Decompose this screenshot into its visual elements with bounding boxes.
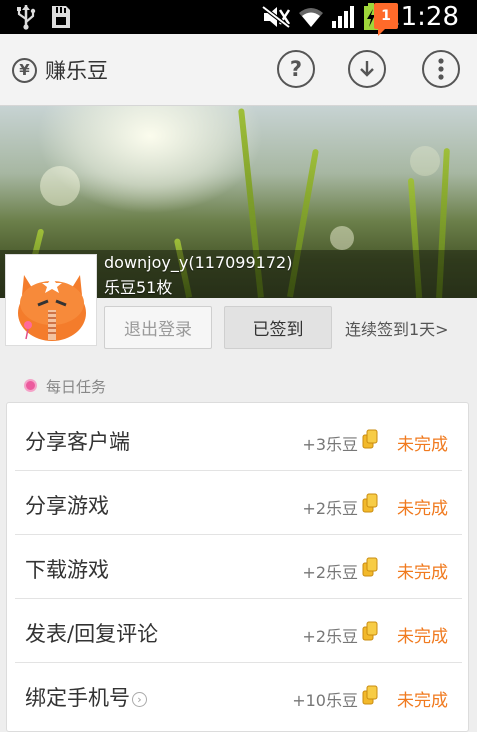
more-button[interactable] <box>422 50 460 88</box>
task-status: 未完成 <box>397 435 448 455</box>
task-reward: +3乐豆 <box>302 435 358 454</box>
download-count-badge: 1 <box>374 3 398 36</box>
sd-card-icon <box>52 6 70 28</box>
yen-icon: ¥ <box>12 57 37 83</box>
mute-icon <box>261 5 291 29</box>
task-reward: +2乐豆 <box>302 499 358 518</box>
download-icon <box>360 61 374 77</box>
wifi-icon <box>299 8 323 27</box>
task-name: 分享游戏 <box>25 494 109 518</box>
task-name: 发表/回复评论 <box>25 622 159 646</box>
action-bar: ¥ 赚乐豆 ? <box>0 34 477 106</box>
task-reward: +10乐豆 <box>292 691 358 710</box>
task-row[interactable]: 下载游戏 +2乐豆 未完成 <box>15 535 462 599</box>
chevron-right-icon: › <box>132 691 147 707</box>
coin-stack-icon <box>362 429 378 449</box>
coin-stack-icon <box>362 621 378 641</box>
task-status: 未完成 <box>397 691 448 711</box>
task-reward: +2乐豆 <box>302 563 358 582</box>
coin-stack-icon <box>362 685 378 705</box>
task-row[interactable]: 发表/回复评论 +2乐豆 未完成 <box>15 599 462 663</box>
signal-icon <box>332 6 354 28</box>
task-status: 未完成 <box>397 499 448 519</box>
task-status: 未完成 <box>397 563 448 583</box>
task-row[interactable]: 绑定手机号 › +10乐豆 未完成 <box>15 663 462 727</box>
task-list: 分享客户端 +3乐豆 未完成 分享游戏 +2乐豆 未完成 下载游戏 +2乐豆 未… <box>6 402 469 732</box>
orange-cat-avatar-icon <box>18 275 86 341</box>
task-name-group: 绑定手机号 › <box>25 682 147 712</box>
task-name: 绑定手机号 <box>25 686 130 710</box>
status-bar: 11:28 <box>0 0 477 34</box>
help-icon: ? <box>289 57 303 81</box>
avatar[interactable] <box>5 254 97 346</box>
page-title-group: ¥ 赚乐豆 <box>12 34 108 106</box>
checkin-streak-link[interactable]: 连续签到1天> <box>345 316 449 340</box>
task-reward: +2乐豆 <box>302 627 358 646</box>
page-title: 赚乐豆 <box>45 59 108 83</box>
download-button[interactable] <box>348 50 386 88</box>
bean-balance: 乐豆51枚 <box>104 278 173 297</box>
task-row[interactable]: 分享客户端 +3乐豆 未完成 <box>15 407 462 471</box>
coin-stack-icon <box>362 557 378 577</box>
signed-in-button[interactable]: 已签到 <box>224 306 332 349</box>
coin-stack-icon <box>362 493 378 513</box>
task-name: 分享客户端 <box>25 430 130 454</box>
help-button[interactable]: ? <box>277 50 315 88</box>
task-row[interactable]: 分享游戏 +2乐豆 未完成 <box>15 471 462 535</box>
usb-icon <box>17 5 36 30</box>
section-dot-icon <box>24 379 37 392</box>
task-status: 未完成 <box>397 627 448 647</box>
more-icon <box>438 58 444 80</box>
section-title: 每日任务 <box>46 378 107 396</box>
logout-button[interactable]: 退出登录 <box>104 306 212 349</box>
task-name: 下载游戏 <box>25 558 109 582</box>
username: downjoy_y(117099172) <box>104 253 293 272</box>
